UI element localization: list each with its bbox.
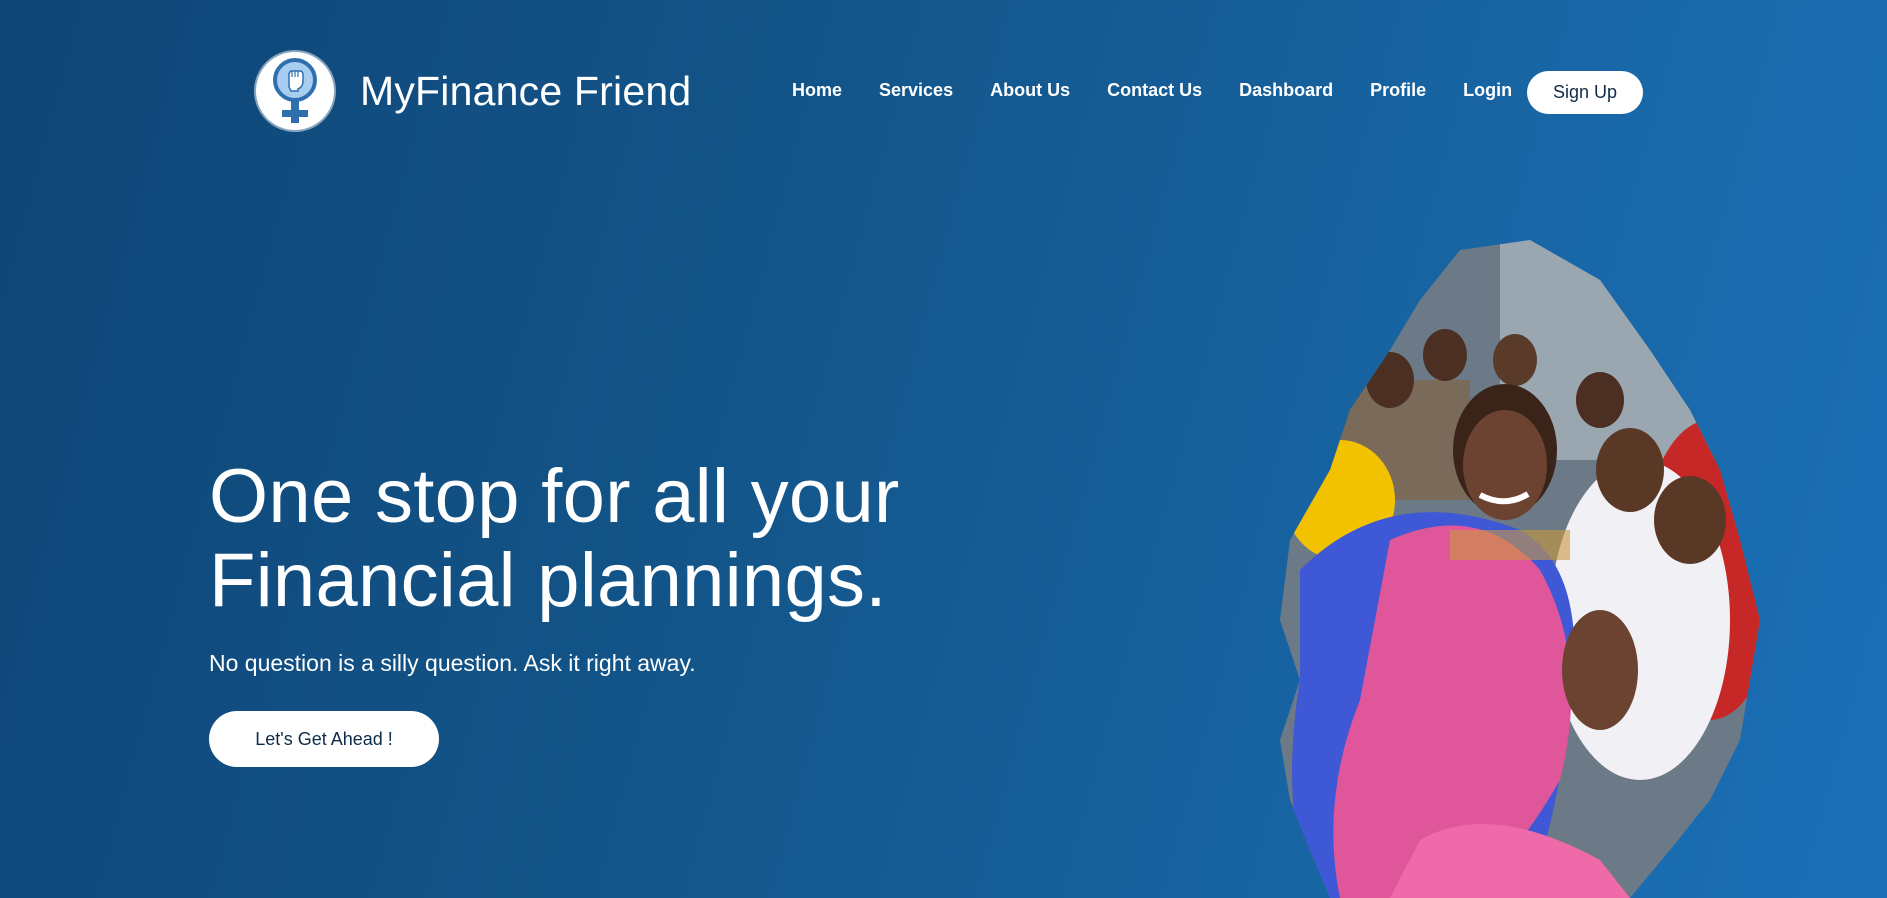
hero-title: One stop for all your Financial planning…	[209, 455, 1029, 623]
nav-link-services[interactable]: Services	[879, 80, 953, 101]
hero-title-line-2: Financial plannings.	[209, 538, 887, 623]
nav-link-home[interactable]: Home	[792, 80, 842, 101]
hero-image	[1280, 240, 1760, 898]
nav-link-login[interactable]: Login	[1463, 80, 1512, 101]
top-navbar: MyFinance Friend Home Services About Us …	[0, 0, 1887, 185]
nav-link-profile[interactable]: Profile	[1370, 80, 1426, 101]
get-ahead-button[interactable]: Let's Get Ahead !	[209, 711, 439, 767]
logo[interactable]	[256, 52, 334, 130]
hero-subtitle: No question is a silly question. Ask it …	[209, 650, 696, 676]
brand[interactable]: MyFinance Friend	[256, 52, 691, 130]
nav-link-contact-us[interactable]: Contact Us	[1107, 80, 1202, 101]
nav-link-dashboard[interactable]: Dashboard	[1239, 80, 1333, 101]
main-nav: Home Services About Us Contact Us Dashbo…	[792, 80, 1549, 101]
hero-title-line-1: One stop for all your	[209, 454, 900, 539]
hero-section: One stop for all your Financial planning…	[209, 455, 1029, 767]
sign-up-button[interactable]: Sign Up	[1527, 71, 1643, 114]
nav-link-about-us[interactable]: About Us	[990, 80, 1070, 101]
brand-name[interactable]: MyFinance Friend	[360, 68, 691, 115]
female-symbol-fist-icon	[273, 58, 317, 123]
